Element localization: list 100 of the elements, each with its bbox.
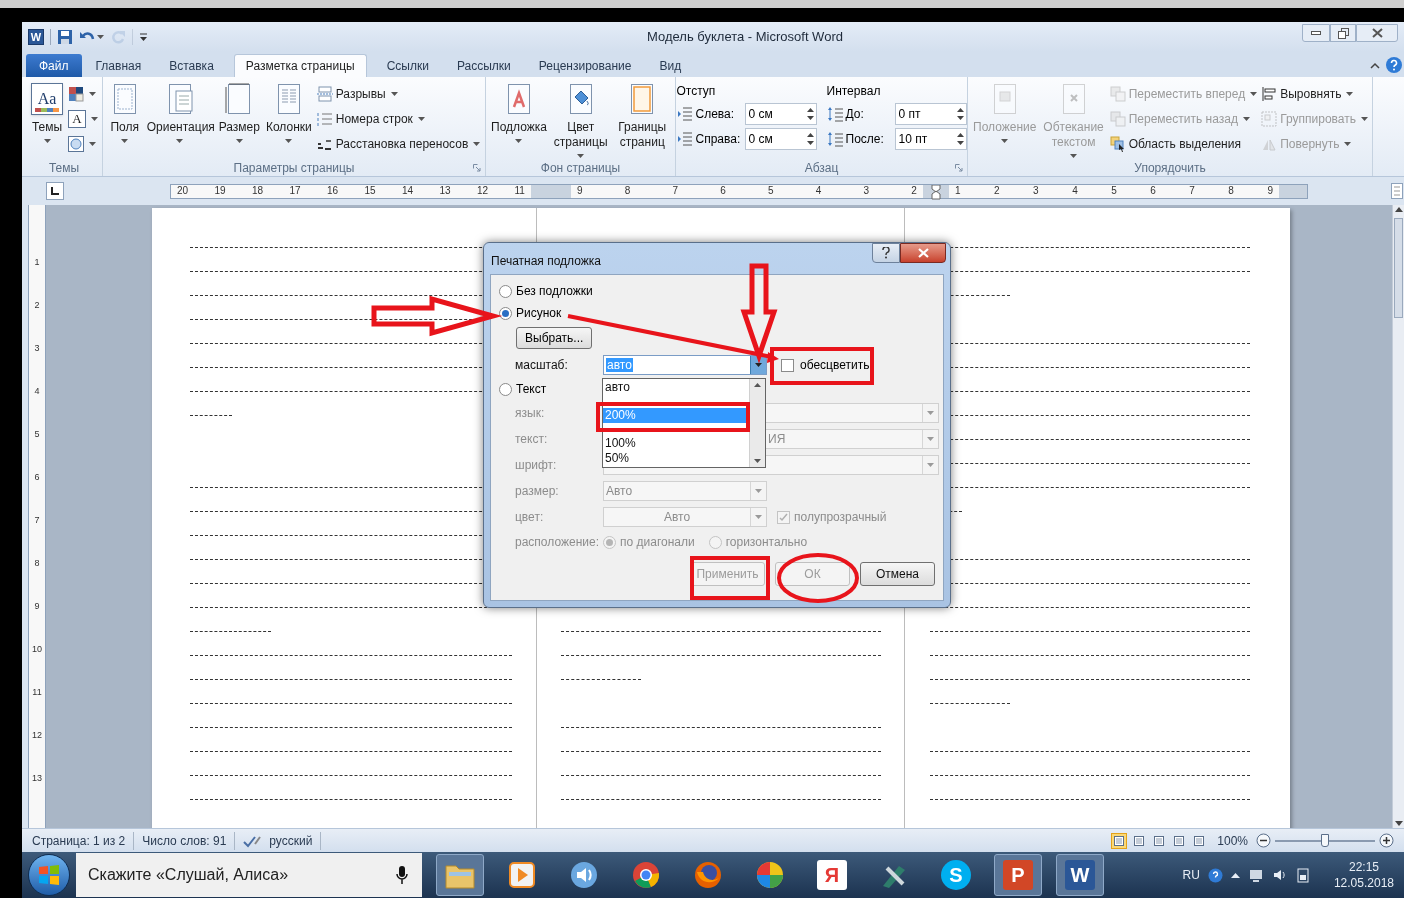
radio-label[interactable]: Текст	[516, 380, 547, 398]
spin-arrows-icon[interactable]	[806, 131, 814, 146]
ribbon-button[interactable]: Область выделения	[1109, 131, 1258, 156]
close-button[interactable]	[1356, 24, 1398, 42]
network-icon[interactable]	[1247, 867, 1264, 883]
spin-arrows-icon[interactable]	[956, 106, 964, 121]
close-button[interactable]	[900, 243, 946, 263]
input-language[interactable]: RU	[1182, 866, 1200, 884]
ribbon-tab[interactable]: Вставка	[155, 54, 228, 77]
ribbon-button[interactable]: Границы страниц	[611, 77, 673, 159]
minimize-button[interactable]	[1302, 24, 1330, 42]
caret-icon	[1070, 154, 1078, 158]
zoom-slider-track[interactable]	[1275, 833, 1375, 848]
spin-field[interactable]: 0 пт	[894, 102, 967, 125]
word-count[interactable]: Число слов: 91	[134, 831, 236, 850]
taskbar-button[interactable]: Я	[808, 854, 856, 896]
expand-arrow-icon[interactable]	[1230, 872, 1240, 878]
language-indicator[interactable]: русский	[269, 831, 313, 850]
choose-button[interactable]: Выбрать...	[516, 327, 593, 349]
ruler-toggle-icon[interactable]	[1391, 183, 1403, 199]
zoom-in-icon[interactable]	[1379, 833, 1394, 848]
ribbon-button[interactable]: Поля	[105, 77, 144, 159]
dialog-button[interactable]: Отмена	[860, 562, 935, 586]
microphone-icon[interactable]	[396, 865, 408, 885]
spin-field[interactable]: 0 см	[744, 102, 817, 125]
down-arrow-icon[interactable]	[754, 459, 761, 463]
clock-date[interactable]: 12.05.2018	[1333, 875, 1394, 891]
zoom-level[interactable]: 100%	[1217, 831, 1248, 850]
customize-menu-icon[interactable]	[139, 31, 148, 43]
vertical-scrollbar[interactable]	[1392, 205, 1404, 828]
ribbon-tab[interactable]: Разметка страницы	[233, 54, 367, 77]
clock-time[interactable]: 22:15	[1348, 859, 1379, 875]
caret-icon	[755, 363, 762, 367]
start-button[interactable]	[28, 854, 70, 896]
ribbon-button[interactable]: Цвет страницы	[549, 77, 612, 159]
ribbon-button[interactable]: Расстановка переносов	[316, 131, 481, 156]
ribbon-button[interactable]: Выровнять	[1261, 81, 1368, 106]
group-label: Фон страницы	[540, 159, 621, 177]
dropdown-option[interactable]: 100%	[603, 436, 749, 451]
ruler-number: 12	[32, 730, 42, 740]
taskbar-button[interactable]: P	[994, 854, 1042, 896]
ribbon-button[interactable]: Колонки	[262, 77, 315, 159]
restore-button[interactable]	[1330, 24, 1356, 42]
ribbon-button[interactable]: Номера строк	[316, 106, 481, 131]
ribbon-tab[interactable]: Рецензирование	[524, 54, 646, 77]
ribbon-button[interactable]: Подложка	[488, 77, 550, 159]
up-arrow-icon[interactable]	[1394, 207, 1403, 212]
radio-label[interactable]: Без подложки	[516, 282, 593, 300]
zoom-slider-thumb[interactable]	[1321, 833, 1329, 847]
spin-field[interactable]: 0 см	[744, 127, 817, 150]
field-label: размер:	[515, 483, 560, 500]
spin-arrows-icon[interactable]	[806, 106, 814, 121]
page-view-icon	[1153, 834, 1166, 847]
radio-button[interactable]	[499, 306, 512, 320]
taskbar-button[interactable]: W	[1056, 854, 1104, 896]
indent-marker-icon[interactable]	[931, 184, 941, 200]
scroll-thumb[interactable]	[1394, 218, 1403, 318]
page-count[interactable]: Страница: 1 из 2	[32, 831, 135, 850]
dropdown-option[interactable]: 50%	[603, 451, 749, 466]
ruler-number: 5	[34, 429, 40, 439]
letter-icon: A	[68, 109, 86, 128]
ribbon-tab[interactable]: Рассылки	[442, 54, 525, 77]
ribbon-button[interactable]: Ориентация	[143, 77, 216, 159]
battery-icon[interactable]	[1295, 867, 1310, 883]
speaker-icon[interactable]	[1271, 867, 1288, 883]
radio-button[interactable]	[499, 382, 512, 396]
view-button[interactable]	[1111, 832, 1128, 849]
dialog-launcher-icon[interactable]	[955, 163, 963, 172]
spin-field[interactable]: 10 пт	[894, 127, 967, 150]
tab-stop-selector[interactable]	[46, 182, 64, 200]
help-icon[interactable]	[1207, 867, 1223, 883]
ruler-number: 9	[34, 601, 40, 611]
dropdown-option[interactable]: авто	[603, 380, 749, 395]
ribbon-tab[interactable]: Вид	[645, 54, 696, 77]
caret-icon	[97, 35, 104, 39]
ruler-number: 11	[514, 185, 525, 197]
file-tab[interactable]: Файл	[26, 54, 82, 77]
zoom-out-icon[interactable]	[1256, 833, 1271, 848]
field-label: Справа:	[695, 130, 742, 148]
radio-label[interactable]: Рисунок	[516, 304, 562, 322]
checkbox-label[interactable]: обесцветить	[800, 356, 870, 374]
spin-arrows-icon[interactable]	[956, 131, 964, 146]
up-arrow-icon[interactable]	[754, 383, 761, 387]
ribbon-button[interactable]: Aa Темы	[28, 77, 66, 159]
down-arrow-icon[interactable]	[1394, 821, 1403, 826]
search-field[interactable]: Скажите «Слушай, Алиса»	[76, 853, 422, 897]
collapse-ribbon-icon[interactable]	[1370, 61, 1380, 69]
app-logo-icon[interactable]: W	[28, 29, 44, 45]
list-scrollbar[interactable]	[749, 379, 765, 467]
ribbon-icon-button[interactable]: A	[68, 106, 98, 131]
help-button[interactable]	[872, 243, 900, 263]
dialog-launcher-icon[interactable]	[473, 163, 481, 172]
radio-button[interactable]	[499, 284, 512, 298]
group-label: Параметры страницы	[233, 159, 355, 177]
checkbox[interactable]	[781, 358, 794, 372]
play-icon	[507, 860, 537, 890]
ribbon-button[interactable]: Разрывы	[316, 81, 481, 106]
ribbon-tab[interactable]: Ссылки	[372, 54, 443, 77]
ribbon-button[interactable]: Размер	[215, 77, 263, 159]
ribbon-tab[interactable]: Главная	[81, 54, 156, 77]
